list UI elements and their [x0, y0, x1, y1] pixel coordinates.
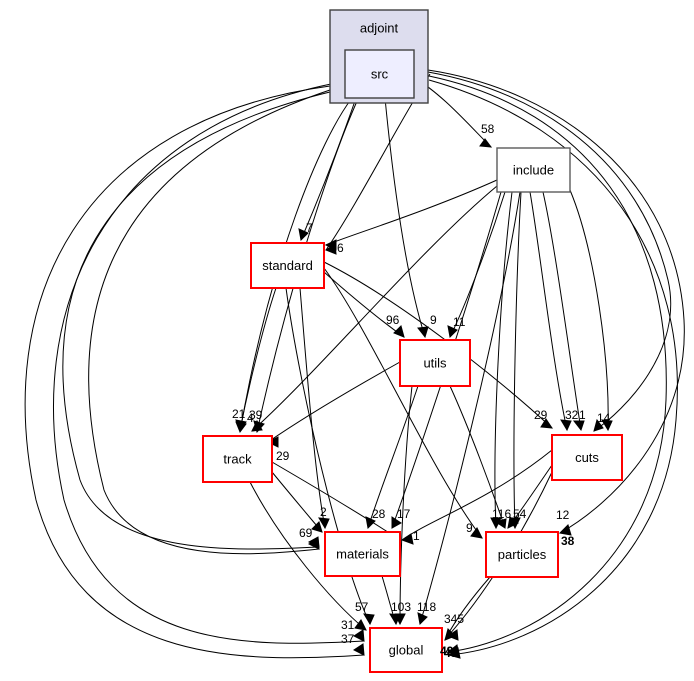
edge-src-to-global [24, 85, 365, 659]
edge-label: 29 [276, 449, 290, 463]
arrowhead-icon [389, 613, 401, 626]
arrowhead-icon [572, 420, 585, 432]
edge-label: 7 [306, 221, 313, 235]
edge-include-to-particles [513, 191, 522, 529]
edge-track-to-materials [271, 471, 323, 533]
dependency-graph-canvas: adjoint src include standard utils track cuts… [24, 9, 685, 673]
node-label-include: include [513, 162, 554, 177]
node-global[interactable]: global [369, 627, 443, 673]
edge-label: 345 [444, 612, 464, 626]
node-particles[interactable]: particles [485, 531, 559, 578]
edge-label: 38 [561, 534, 575, 548]
edge-include-to-cuts [542, 191, 582, 431]
arrowhead-icon [353, 629, 365, 642]
edge-label: 28 [372, 507, 386, 521]
edge-label: 116 [492, 507, 511, 521]
edge-label: 21 [232, 407, 246, 421]
edge-label: 54 [513, 507, 527, 521]
edge-label: 58 [481, 122, 495, 136]
edge-label: 69 [299, 526, 313, 540]
edge-utils-to-track [267, 361, 401, 443]
node-src[interactable]: src [344, 49, 415, 99]
edge-label: 9 [466, 521, 473, 535]
node-label-track: track [223, 451, 252, 466]
arrowhead-icon [479, 138, 493, 148]
node-label-global: global [389, 642, 424, 657]
edge-src-to-standard [300, 97, 357, 241]
cluster-label-adjoint: adjoint [360, 20, 399, 35]
node-label-standard: standard [262, 258, 313, 273]
node-materials[interactable]: materials [324, 531, 401, 577]
edge-label: 2 [320, 505, 327, 519]
arrowhead-icon [400, 533, 414, 545]
edge-label: 96 [386, 313, 400, 327]
node-utils[interactable]: utils [399, 339, 471, 387]
dependency-graph: adjoint src include standard utils track cuts… [0, 0, 694, 681]
edge-label: 31 [341, 618, 355, 632]
edge-label: 1 [579, 408, 586, 422]
node-label-particles: particles [498, 547, 547, 562]
node-label-utils: utils [423, 355, 447, 370]
edge-label: 47 [444, 646, 458, 660]
node-include[interactable]: include [496, 147, 571, 193]
edge-standard-to-utils [323, 271, 405, 338]
edge-label: 118 [417, 600, 436, 614]
node-label-materials: materials [336, 546, 389, 561]
node-standard[interactable]: standard [250, 242, 325, 289]
edge-src-to-global [53, 83, 365, 644]
edge-label: 29 [534, 408, 548, 422]
node-label-src: src [371, 66, 389, 81]
edge-particles-to-global [444, 576, 491, 641]
node-label-cuts: cuts [575, 450, 599, 465]
edge-labels-layer: 5876921 39693731143843471132 1541161711849… [232, 122, 611, 660]
edge-label: 103 [391, 600, 411, 614]
arrowhead-icon [363, 613, 375, 626]
edge-label: 17 [397, 507, 411, 521]
arrowhead-icon [353, 643, 365, 656]
edge-label: 6 [337, 241, 344, 255]
arrowhead-icon [393, 325, 405, 338]
edge-label: 14 [597, 411, 611, 425]
edge-label: 37 [341, 632, 355, 646]
arrowhead-icon [417, 326, 429, 339]
edge-src-to-materials [88, 89, 331, 555]
edge-label: 12 [556, 508, 570, 522]
edge-include-to-standard [325, 179, 498, 246]
edge-include-to-particles [494, 191, 513, 529]
edge-label: 57 [355, 600, 369, 614]
edge-label: 4 [247, 411, 254, 425]
edge-include-to-cuts [529, 191, 568, 431]
edge-cuts-to-materials [401, 449, 553, 541]
edge-label: 1 [413, 529, 420, 543]
edge-label: 32 [565, 408, 579, 422]
edge-label: 9 [430, 313, 437, 327]
edge-track-to-materials [271, 461, 401, 541]
arrowhead-icon [417, 612, 428, 626]
edge-label: 11 [453, 315, 466, 329]
node-cuts[interactable]: cuts [551, 434, 623, 481]
arrowhead-icon [311, 521, 323, 533]
node-track[interactable]: track [202, 435, 273, 483]
edge-src-to-materials [62, 91, 331, 550]
